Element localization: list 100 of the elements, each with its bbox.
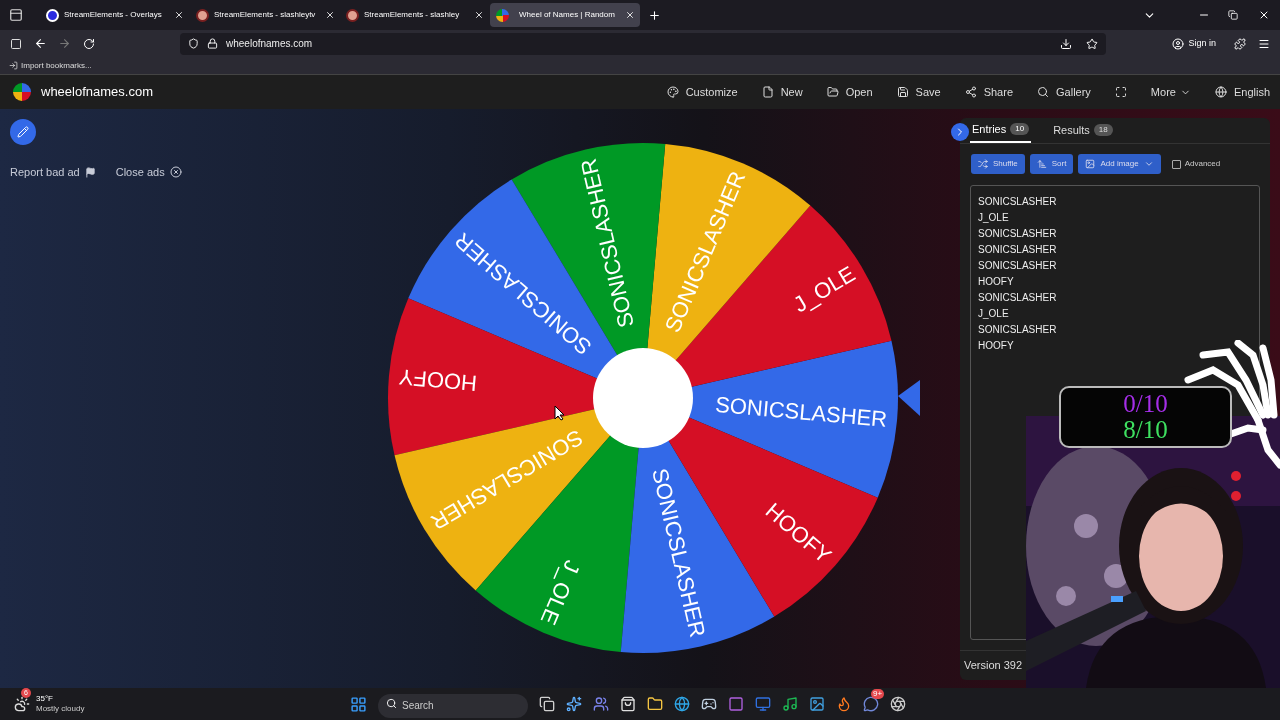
sign-in-button[interactable]: Sign in: [1168, 32, 1220, 55]
entry-line: SONICSLASHER: [978, 243, 1057, 257]
close-icon[interactable]: [624, 10, 635, 20]
people-icon[interactable]: [593, 696, 609, 712]
toolbar-button[interactable]: Add image: [1078, 154, 1161, 174]
close-ads-link[interactable]: Close ads: [115, 164, 182, 181]
aperture-icon[interactable]: [890, 696, 906, 712]
search-icon: [386, 698, 397, 709]
flag-icon: [84, 166, 96, 178]
count-badge: 18: [1093, 124, 1113, 136]
site-logo-text: wheelofnames.com: [41, 83, 153, 102]
sidebar-icon[interactable]: [10, 37, 22, 50]
forward-icon: [58, 37, 71, 50]
caret-icon: [1143, 159, 1154, 169]
entry-line: HOOFY: [978, 339, 1014, 353]
checkbox[interactable]: [1171, 159, 1181, 169]
toolbar-button[interactable]: Sort: [1029, 154, 1074, 174]
document-icon: [761, 86, 774, 98]
temperature-text: 35°F: [36, 694, 54, 704]
new-tab-icon[interactable]: [648, 8, 661, 22]
report-ad-link[interactable]: Report bad ad: [10, 164, 96, 181]
panel-tab[interactable]: Entries 10: [970, 117, 1032, 143]
browser-tab[interactable]: StreamElements - Overlays: [40, 3, 190, 27]
task-view-icon[interactable]: [539, 696, 555, 712]
import-icon: [9, 61, 18, 70]
tab-title: StreamElements - slashley: [364, 9, 460, 21]
weather-text: Mostly cloudy: [36, 704, 85, 714]
counter-text: 8/10: [1123, 417, 1168, 443]
folder-icon[interactable]: [647, 696, 663, 712]
music-icon[interactable]: [782, 696, 798, 712]
counter-text: 0/10: [1123, 391, 1168, 417]
weather-icon[interactable]: [14, 696, 30, 712]
image-icon[interactable]: [809, 696, 825, 712]
account-icon: [1172, 37, 1185, 50]
shuffle-icon: [978, 159, 988, 169]
back-icon[interactable]: [34, 37, 47, 50]
restore-icon[interactable]: [1228, 10, 1238, 20]
menu-button[interactable]: Save: [896, 83, 941, 101]
close-icon[interactable]: [174, 10, 184, 20]
sparkle-icon[interactable]: [566, 696, 582, 712]
tab-favicon-icon: [46, 8, 59, 22]
menu-button[interactable]: Gallery: [1037, 83, 1091, 101]
url-text: wheelofnames.com: [226, 37, 313, 51]
checkbox-label: Advanced: [1184, 158, 1221, 170]
collapse-button[interactable]: [951, 123, 969, 141]
entry-line: J_OLE: [978, 211, 1009, 225]
browser-tab[interactable]: StreamElements - slashley: [340, 3, 490, 27]
menu-button[interactable]: Customize: [666, 83, 738, 101]
browser-tab[interactable]: StreamElements - slashleytv: [190, 3, 340, 27]
bookmark-star-icon[interactable]: [1086, 37, 1098, 50]
palette-icon: [666, 86, 679, 98]
menu-button[interactable]: Share: [964, 83, 1013, 101]
extensions-icon[interactable]: [1234, 37, 1246, 50]
search-icon: [1037, 86, 1049, 98]
tab-favicon-icon: [496, 8, 509, 22]
tab-favicon-icon: [346, 8, 359, 22]
tab-title: StreamElements - slashleytv: [214, 9, 316, 21]
toolbar-button[interactable]: Shuffle: [971, 154, 1025, 174]
monitor-icon[interactable]: [755, 696, 771, 712]
logo-icon: [13, 83, 31, 101]
close-icon: [169, 166, 182, 179]
tab-title: Wheel of Names | Random: [519, 9, 615, 21]
tab-favicon-icon: [196, 8, 209, 22]
folder-icon: [826, 86, 839, 98]
globe-icon[interactable]: [674, 696, 690, 712]
entry-line: SONICSLASHER: [978, 227, 1057, 241]
count-badge: 10: [1010, 123, 1030, 135]
start-icon[interactable]: [350, 695, 367, 713]
app-icon[interactable]: [728, 696, 744, 712]
import-bookmarks-link[interactable]: Import bookmarks...: [9, 59, 92, 72]
entry-line: SONICSLASHER: [978, 291, 1057, 305]
edit-button[interactable]: [10, 119, 36, 145]
chat-icon[interactable]: [863, 696, 879, 712]
pointer-icon: [898, 380, 920, 416]
share-icon: [964, 86, 977, 98]
download-icon[interactable]: [1060, 37, 1072, 50]
flame-icon[interactable]: [836, 696, 852, 712]
search-field[interactable]: Search: [378, 693, 528, 718]
reload-icon[interactable]: [83, 37, 95, 50]
menu-icon[interactable]: [1258, 37, 1270, 50]
address-bar[interactable]: wheelofnames.com: [180, 32, 1106, 55]
more-menu-button[interactable]: More: [1150, 83, 1191, 101]
tab-overview-icon[interactable]: [9, 8, 23, 22]
entry-line: J_OLE: [978, 307, 1009, 321]
image-icon: [1085, 159, 1096, 169]
menu-button[interactable]: New: [761, 83, 803, 101]
cursor-icon: [554, 405, 565, 421]
menu-button[interactable]: Open: [826, 83, 873, 101]
close-icon[interactable]: [325, 10, 336, 20]
panel-tab[interactable]: Results 18: [1051, 117, 1115, 143]
close-icon[interactable]: [474, 10, 484, 20]
entry-line: HOOFY: [978, 275, 1014, 289]
shield-icon: [188, 38, 199, 49]
gamepad-icon[interactable]: [701, 696, 717, 712]
shopping-bag-icon[interactable]: [620, 696, 636, 712]
close-icon[interactable]: [1258, 9, 1270, 21]
language-button[interactable]: English: [1214, 83, 1270, 101]
pencil-icon: [17, 126, 29, 138]
fullscreen-icon[interactable]: [1114, 86, 1127, 98]
browser-tab[interactable]: Wheel of Names | Random: [490, 3, 640, 27]
